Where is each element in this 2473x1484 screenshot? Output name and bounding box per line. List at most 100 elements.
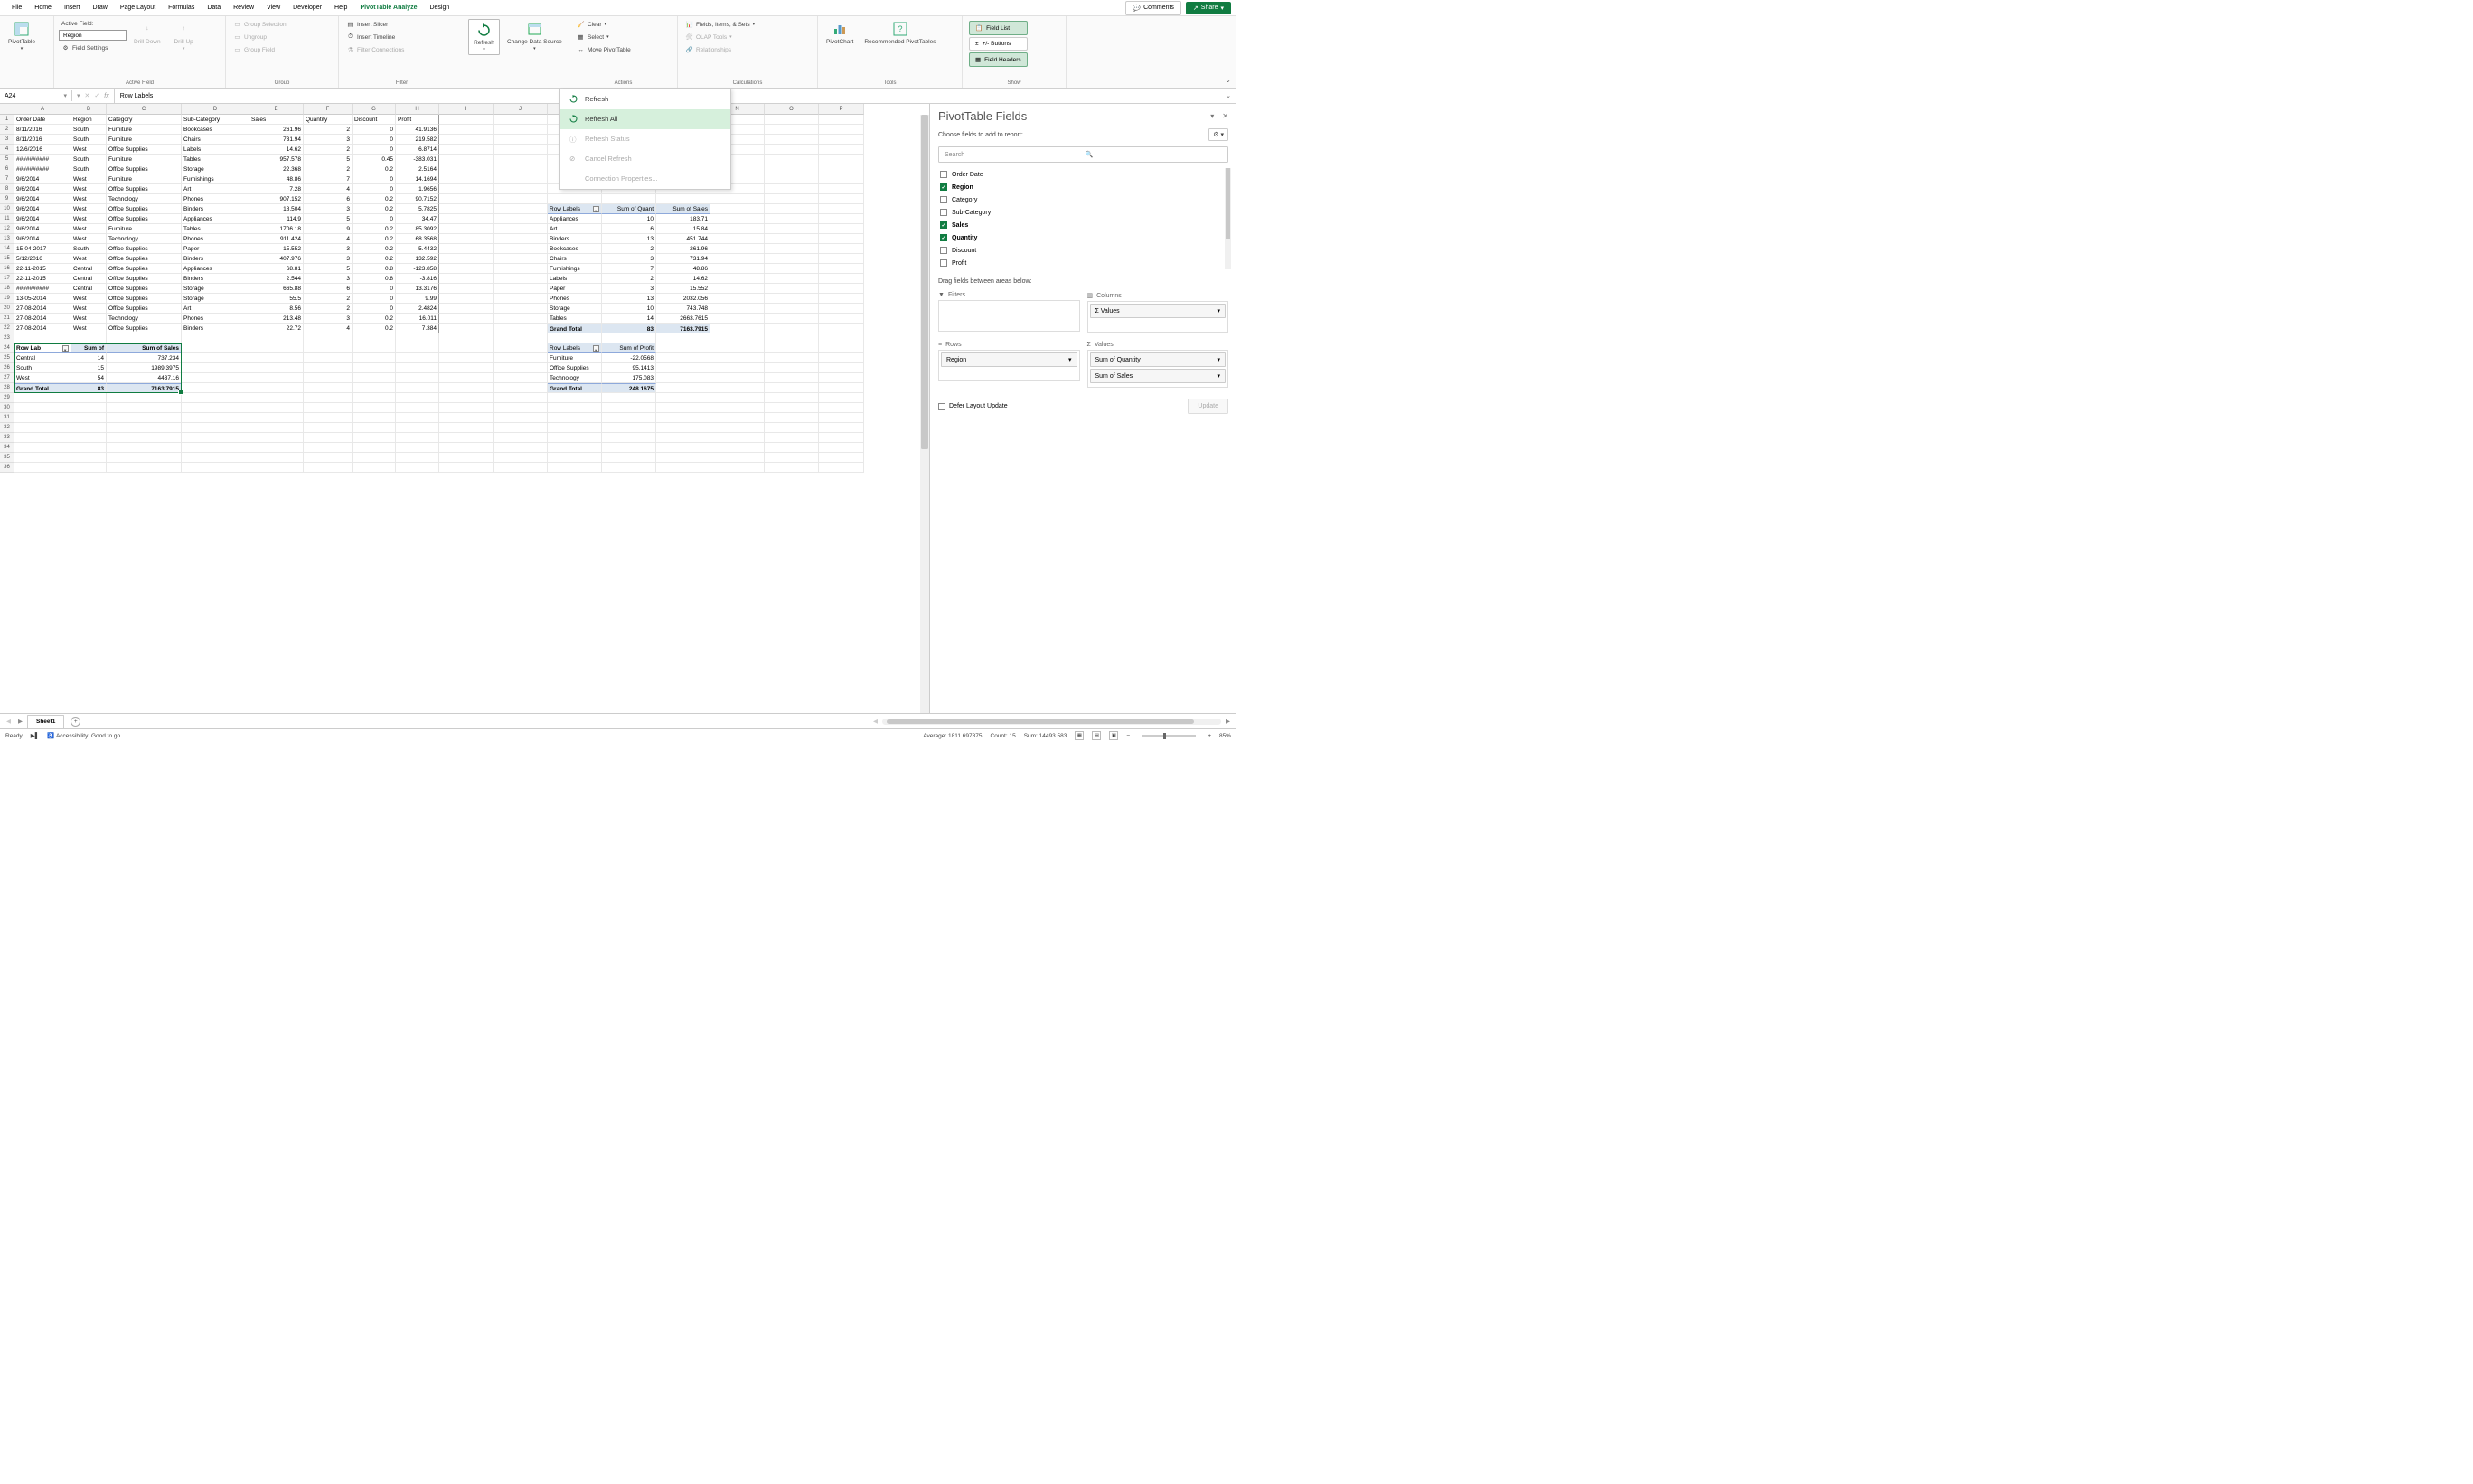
values-chip-quantity[interactable]: Sum of Quantity▾ (1090, 352, 1227, 367)
cell[interactable] (656, 194, 710, 204)
cell[interactable]: 2 (304, 145, 353, 155)
cell[interactable] (656, 393, 710, 403)
cell[interactable] (353, 353, 396, 363)
cell[interactable]: 0 (353, 135, 396, 145)
menu-file[interactable]: File (5, 1, 28, 14)
cell[interactable] (107, 333, 182, 343)
cell[interactable] (765, 453, 819, 463)
cell[interactable]: 2 (304, 164, 353, 174)
cell[interactable]: 13 (602, 234, 656, 244)
cell[interactable] (548, 333, 602, 343)
cell[interactable] (710, 274, 765, 284)
cell[interactable] (439, 145, 494, 155)
cell[interactable] (439, 135, 494, 145)
cell[interactable] (182, 343, 249, 353)
cell[interactable] (602, 433, 656, 443)
cell[interactable] (494, 204, 548, 214)
column-header[interactable]: I (439, 104, 494, 115)
cell[interactable] (439, 264, 494, 274)
cell[interactable] (249, 413, 304, 423)
cell[interactable]: 0 (353, 214, 396, 224)
cell[interactable] (765, 214, 819, 224)
cell[interactable] (353, 453, 396, 463)
cell[interactable] (765, 353, 819, 363)
cell[interactable] (819, 115, 864, 125)
cell[interactable] (819, 174, 864, 184)
cell[interactable]: 3 (602, 254, 656, 264)
cell[interactable]: 48.86 (656, 264, 710, 274)
columns-chip-values[interactable]: Σ Values▾ (1090, 304, 1227, 318)
fields-items-sets-button[interactable]: 📊Fields, Items, & Sets ▾ (682, 19, 757, 30)
cell[interactable] (765, 284, 819, 294)
cell[interactable]: 3 (304, 244, 353, 254)
cell[interactable]: Sum of Sales (107, 343, 182, 353)
menu-insert[interactable]: Insert (58, 1, 87, 14)
cell[interactable] (710, 343, 765, 353)
cell[interactable]: Office Supplies (107, 214, 182, 224)
cell[interactable] (819, 324, 864, 333)
cell[interactable] (765, 184, 819, 194)
cell[interactable] (819, 135, 864, 145)
cell[interactable]: 3 (602, 284, 656, 294)
cell[interactable] (304, 433, 353, 443)
menu-review[interactable]: Review (227, 1, 260, 14)
cell[interactable] (107, 453, 182, 463)
cell[interactable] (765, 304, 819, 314)
cell[interactable]: 1706.18 (249, 224, 304, 234)
cell[interactable] (439, 333, 494, 343)
cell[interactable]: 16.011 (396, 314, 439, 324)
cell[interactable] (819, 125, 864, 135)
cell[interactable] (71, 463, 107, 473)
cell[interactable]: Sum of Sales (656, 204, 710, 214)
cell[interactable]: 0.2 (353, 244, 396, 254)
row-header[interactable]: 32 (0, 423, 14, 433)
cell[interactable] (439, 194, 494, 204)
cell[interactable] (353, 333, 396, 343)
accessibility-status[interactable]: ♿ Accessibility: Good to go (47, 732, 120, 739)
cell[interactable]: -383.031 (396, 155, 439, 164)
cell[interactable]: 0 (353, 304, 396, 314)
cell[interactable] (710, 194, 765, 204)
cell[interactable]: Technology (107, 314, 182, 324)
cell[interactable] (249, 333, 304, 343)
cell[interactable] (439, 373, 494, 383)
cell[interactable]: West (71, 184, 107, 194)
cell[interactable] (494, 294, 548, 304)
cell[interactable] (819, 393, 864, 403)
cell[interactable] (494, 373, 548, 383)
values-chip-sales[interactable]: Sum of Sales▾ (1090, 369, 1227, 383)
cell[interactable] (353, 393, 396, 403)
hscroll-right[interactable]: ▶ (1223, 718, 1233, 725)
cell[interactable]: Storage (548, 304, 602, 314)
cell[interactable] (819, 204, 864, 214)
cell[interactable] (656, 383, 710, 393)
cell[interactable] (396, 403, 439, 413)
cell[interactable]: 4 (304, 324, 353, 333)
cell[interactable] (710, 224, 765, 234)
cell[interactable]: 6 (304, 284, 353, 294)
cell[interactable] (765, 135, 819, 145)
pane-options-button[interactable]: ▾ (1210, 112, 1214, 120)
cell[interactable] (765, 155, 819, 164)
cell[interactable] (548, 433, 602, 443)
cell[interactable] (710, 353, 765, 363)
cell[interactable] (249, 423, 304, 433)
cell[interactable]: 3 (304, 254, 353, 264)
field-list-toggle[interactable]: 📋Field List (969, 21, 1028, 35)
cell[interactable]: 22-11-2015 (14, 274, 71, 284)
cell[interactable]: West (14, 373, 71, 383)
cell[interactable] (396, 333, 439, 343)
cell[interactable] (765, 174, 819, 184)
row-header[interactable]: 11 (0, 214, 14, 224)
cell[interactable]: 95.1413 (602, 363, 656, 373)
cell[interactable]: Storage (182, 164, 249, 174)
cell[interactable] (710, 413, 765, 423)
cell[interactable] (548, 423, 602, 433)
cell[interactable]: Technology (548, 373, 602, 383)
cell[interactable]: 54 (71, 373, 107, 383)
cell[interactable]: 261.96 (249, 125, 304, 135)
cell[interactable] (656, 423, 710, 433)
cell[interactable] (249, 443, 304, 453)
cell[interactable]: Tables (182, 224, 249, 234)
cell[interactable] (819, 413, 864, 423)
